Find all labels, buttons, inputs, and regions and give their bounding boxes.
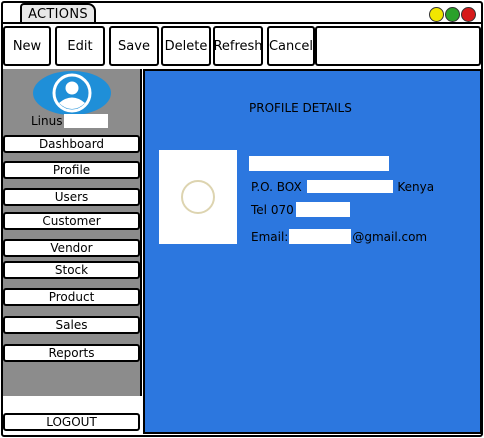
address-prefix: P.O. BOX (251, 180, 302, 194)
redacted-phone (295, 202, 350, 217)
cancel-button[interactable]: Cancel (267, 26, 315, 66)
tel-prefix: Tel 070 (251, 203, 294, 217)
sidebar-item-users[interactable]: Users (3, 188, 140, 206)
maximize-window-button[interactable] (445, 7, 460, 22)
new-button[interactable]: New (3, 26, 51, 66)
email-suffix: @gmail.com (352, 230, 428, 244)
email-prefix: Email: (251, 230, 289, 244)
sidebar-item-customer[interactable]: Customer (3, 212, 140, 230)
toolbar-empty-area (315, 26, 481, 66)
user-avatar-icon (33, 71, 111, 115)
save-button[interactable]: Save (109, 26, 159, 66)
person-icon (52, 73, 92, 113)
edit-button[interactable]: Edit (55, 26, 105, 66)
sidebar-item-vendor[interactable]: Vendor (3, 239, 140, 257)
user-name: Linus (31, 114, 109, 128)
sidebar-item-profile[interactable]: Profile (3, 161, 140, 179)
sidebar-item-dashboard[interactable]: Dashboard (3, 135, 140, 153)
close-window-button[interactable] (461, 7, 476, 22)
sidebar-item-stock[interactable]: Stock (3, 261, 140, 279)
redacted-email-user (289, 229, 352, 244)
redacted-company-name (249, 156, 389, 171)
address-line: P.O. BOX Kenya (251, 180, 434, 194)
tab-actions[interactable]: ACTIONS (20, 3, 96, 23)
page-title: PROFILE DETAILS (249, 101, 352, 115)
address-suffix: Kenya (397, 180, 435, 194)
telephone-line: Tel 070 (251, 202, 350, 217)
logout-button[interactable]: LOGOUT (3, 413, 140, 431)
redacted-surname (64, 114, 109, 128)
sidebar: Linus Dashboard Profile Users Customer V… (3, 69, 142, 434)
profile-panel: PROFILE DETAILS P.O. BOX Kenya Tel 070 E… (143, 69, 482, 434)
refresh-button[interactable]: Refresh (213, 26, 263, 66)
sidebar-item-product[interactable]: Product (3, 288, 140, 306)
sidebar-item-sales[interactable]: Sales (3, 316, 140, 334)
redacted-address (306, 180, 393, 193)
logo-emblem-icon (181, 180, 215, 214)
company-logo (159, 150, 237, 244)
delete-button[interactable]: Delete (161, 26, 211, 66)
minimize-window-button[interactable] (429, 7, 444, 22)
email-line: Email: @gmail.com (251, 229, 427, 244)
toolbar: New Edit Save Delete Refresh Cancel (3, 24, 481, 66)
user-name-text: Linus (31, 114, 63, 128)
sidebar-item-reports[interactable]: Reports (3, 344, 140, 362)
